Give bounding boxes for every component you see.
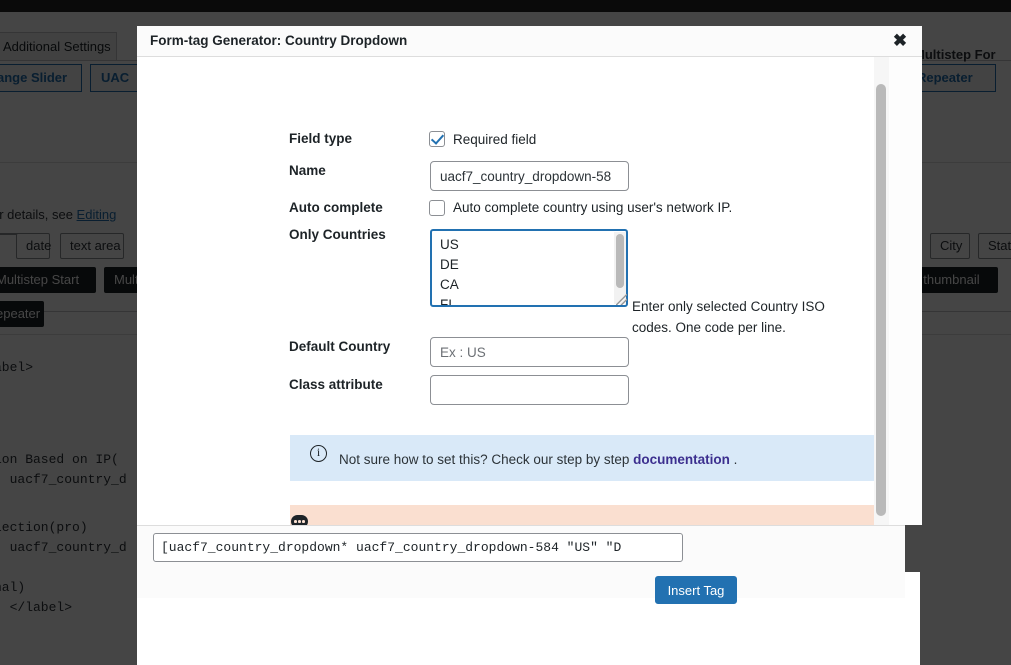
- required-field-label: Required field: [453, 132, 536, 147]
- only-countries-textarea[interactable]: [430, 229, 628, 307]
- label-class-attribute: Class attribute: [289, 377, 383, 392]
- required-field-checkbox[interactable]: [429, 131, 445, 147]
- name-input[interactable]: [430, 161, 629, 191]
- documentation-link[interactable]: documentation: [633, 452, 730, 467]
- insert-tag-button[interactable]: Insert Tag: [655, 576, 737, 604]
- modal-header: Form-tag Generator: Country Dropdown ✖: [137, 26, 922, 57]
- label-only-countries: Only Countries: [289, 227, 386, 242]
- modal-title: Form-tag Generator: Country Dropdown: [150, 33, 407, 48]
- auto-complete-checkbox[interactable]: [429, 200, 445, 216]
- modal-body: Field type Required field Name Auto comp…: [137, 57, 889, 525]
- generated-tag-input[interactable]: [153, 533, 683, 562]
- default-country-input[interactable]: [430, 337, 629, 367]
- modal-scrollbar-thumb[interactable]: [876, 84, 886, 516]
- chat-bubble-icon: [291, 515, 308, 525]
- only-countries-scrollbar-thumb[interactable]: [616, 234, 624, 288]
- info-notice-text: Not sure how to set this? Check our step…: [339, 449, 859, 470]
- label-field-type: Field type: [289, 131, 352, 146]
- class-attribute-input[interactable]: [430, 375, 629, 405]
- modal-body-gutter: [889, 57, 922, 525]
- form-tag-generator-modal: Form-tag Generator: Country Dropdown ✖ F…: [137, 26, 922, 572]
- label-default-country: Default Country: [289, 339, 390, 354]
- auto-complete-label: Auto complete country using user's netwo…: [453, 200, 732, 215]
- close-icon[interactable]: ✖: [886, 29, 914, 53]
- only-countries-help-text: Enter only selected Country ISO codes. O…: [632, 296, 842, 338]
- label-name: Name: [289, 163, 326, 178]
- modal-footer: Insert Tag: [137, 525, 905, 598]
- admin-top-bar: [0, 0, 1011, 12]
- label-auto-complete: Auto complete: [289, 200, 383, 215]
- info-circle-icon: [310, 445, 327, 462]
- resize-grip-icon[interactable]: [616, 294, 627, 305]
